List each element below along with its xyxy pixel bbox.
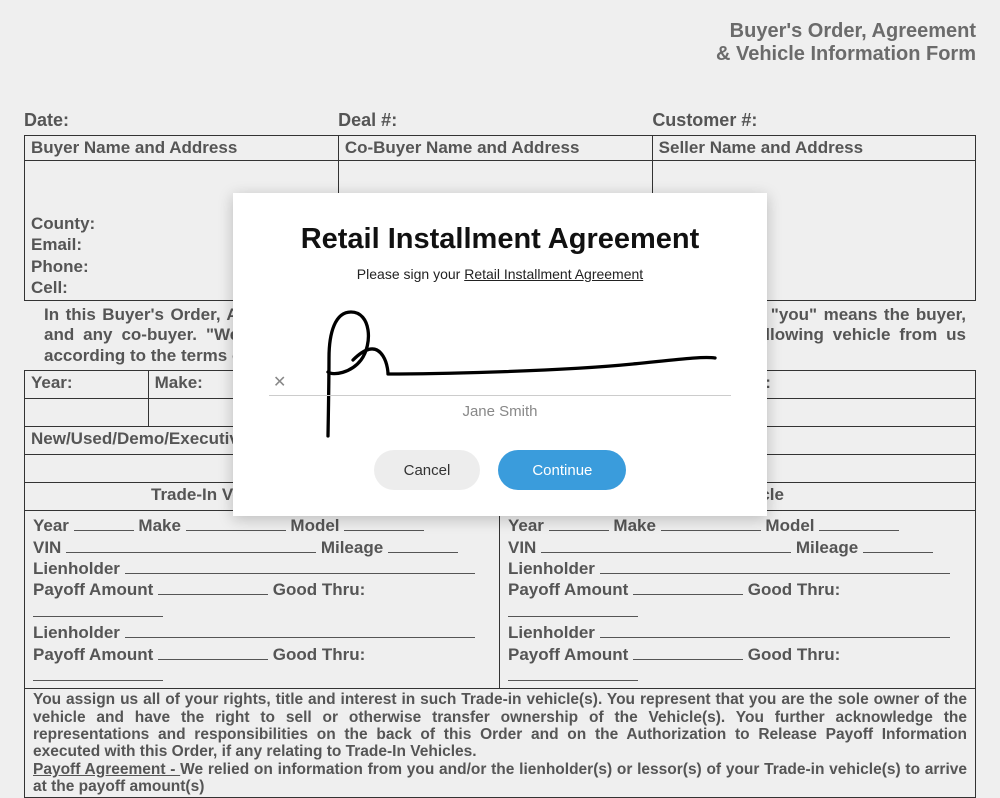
top-fields-row: Date: Deal #: Customer #: — [24, 110, 976, 131]
deal-number-label: Deal #: — [338, 110, 652, 131]
tradein-right: Year Make Model VIN Mileage Lienholder P… — [500, 511, 975, 688]
date-label: Date: — [24, 110, 338, 131]
signature-x-mark: ✕ — [273, 372, 286, 392]
year-label: Year: — [25, 371, 149, 399]
modal-title: Retail Installment Agreement — [263, 223, 737, 256]
form-title-line2: & Vehicle Information Form — [716, 43, 976, 65]
customer-number-label: Customer #: — [652, 110, 976, 131]
modal-subtitle: Please sign your Retail Installment Agre… — [263, 266, 737, 282]
cobuyer-header: Co-Buyer Name and Address — [338, 136, 652, 161]
signature-modal: Retail Installment Agreement Please sign… — [233, 193, 767, 516]
seller-header: Seller Name and Address — [652, 136, 975, 161]
signature-line — [269, 395, 731, 396]
signature-pad[interactable]: ✕ Jane Smith — [263, 308, 737, 418]
tradein-left: Year Make Model VIN Mileage Lienholder P… — [25, 511, 500, 688]
signer-name: Jane Smith — [263, 403, 737, 420]
continue-button[interactable]: Continue — [498, 450, 626, 490]
tradein-details: Year Make Model VIN Mileage Lienholder P… — [24, 511, 976, 689]
modal-button-row: Cancel Continue — [263, 450, 737, 490]
agreement-link[interactable]: Retail Installment Agreement — [464, 266, 643, 282]
form-title-line1: Buyer's Order, Agreement — [730, 20, 976, 42]
form-title: Buyer's Order, Agreement & Vehicle Infor… — [24, 20, 976, 66]
cancel-button[interactable]: Cancel — [374, 450, 481, 490]
disclaimer-block: You assign us all of your rights, title … — [24, 689, 976, 798]
buyer-header: Buyer Name and Address — [25, 136, 339, 161]
